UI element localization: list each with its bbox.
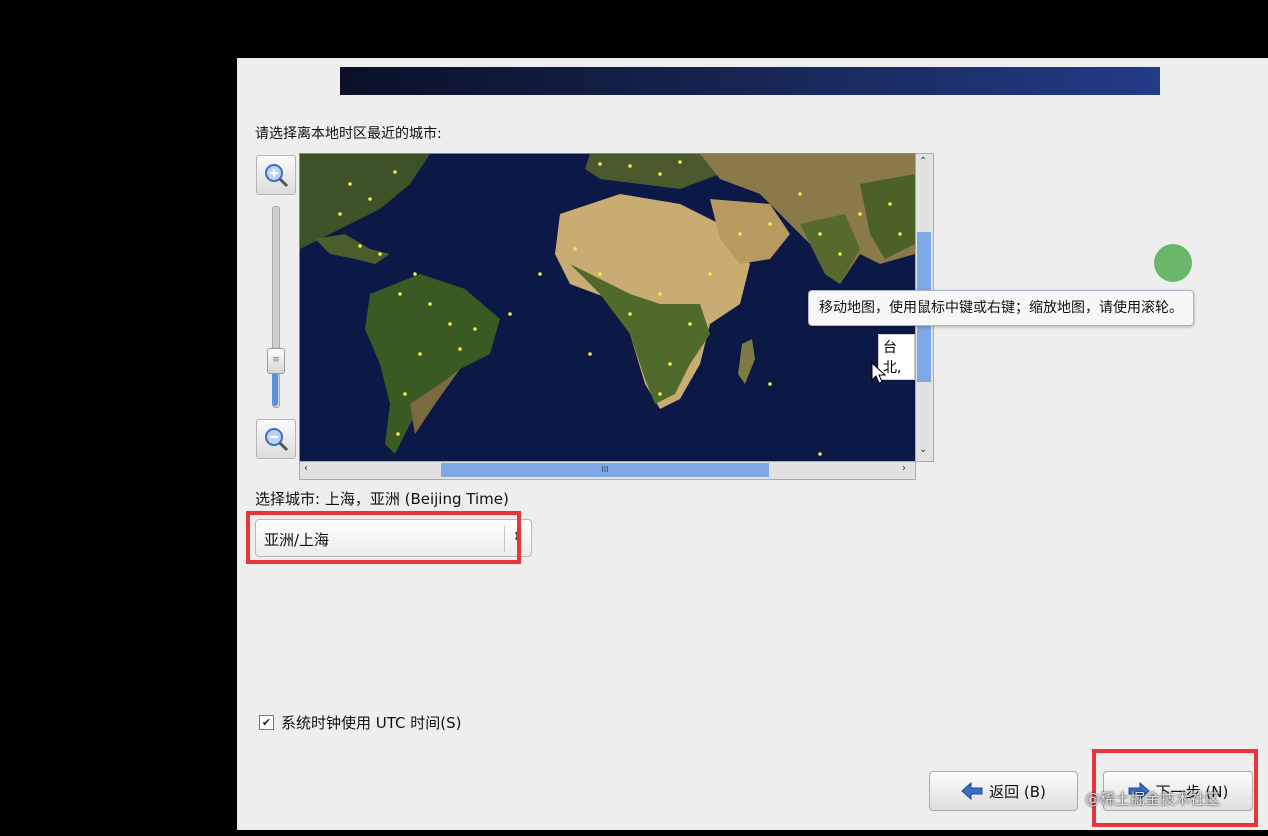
utc-option[interactable]: ✔ 系统时钟使用 UTC 时间(S) [259,712,462,733]
highlight-box-city [246,511,521,564]
chevron-down-icon[interactable]: ⌄ [919,444,927,455]
selected-city-label: 选择城市: 上海，亚洲 (Beijing Time) [255,490,509,508]
zoom-slider-thumb[interactable]: ≡ [267,348,285,374]
timezone-prompt: 请选择离本地时区最近的城市: [255,126,442,142]
horizontal-scroll-thumb[interactable]: III [441,463,769,477]
status-dot [1154,244,1192,282]
map-horizontal-scrollbar[interactable]: ‹ III › [299,461,916,480]
back-button-label: 返回 (B) [989,782,1046,801]
installer-window: 请选择离本地时区最近的城市: ≡ 台北, ⌃ ⌄ ‹ III › 移动地图，使用… [237,58,1268,830]
zoom-in-button[interactable] [256,155,296,195]
zoom-in-icon [265,164,289,188]
back-button[interactable]: 返回 (B) [929,771,1078,811]
arrow-left-icon [961,782,983,800]
header-banner [340,67,1160,95]
chevron-up-icon[interactable]: ⌃ [919,156,927,167]
utc-checkbox[interactable]: ✔ [259,715,274,730]
zoom-out-icon [265,428,289,452]
chevron-right-icon[interactable]: › [902,463,906,474]
zoom-out-button[interactable] [256,419,296,459]
watermark: @稀土掘金技术社区 [1085,790,1221,808]
map-tooltip: 移动地图，使用鼠标中键或右键；缩放地图，请使用滚轮。 [808,290,1194,326]
mouse-cursor-icon [871,362,887,384]
utc-label: 系统时钟使用 UTC 时间(S) [281,714,462,732]
chevron-left-icon[interactable]: ‹ [304,463,308,474]
